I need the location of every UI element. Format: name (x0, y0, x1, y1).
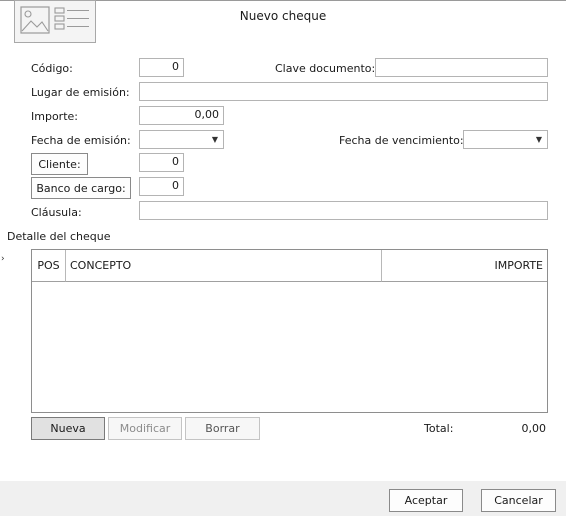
cliente-value: 0 (172, 155, 179, 168)
codigo-field[interactable]: 0 (139, 58, 184, 77)
banco-cargo-button[interactable]: Banco de cargo: (31, 177, 131, 199)
detalle-grid[interactable]: POS CONCEPTO IMPORTE (31, 249, 548, 413)
chevron-down-icon[interactable]: ▼ (207, 131, 223, 148)
total-value: 0,00 (521, 422, 547, 435)
fecha-emision-label: Fecha de emisión: (31, 134, 131, 147)
fecha-vencimiento-picker[interactable]: ▼ (463, 130, 548, 149)
clausula-field[interactable] (139, 201, 548, 220)
chevron-right-icon: › (1, 254, 5, 264)
cliente-button[interactable]: Cliente: (31, 153, 88, 175)
lugar-emision-field[interactable] (139, 82, 548, 101)
detalle-section-title: Detalle del cheque (7, 230, 111, 243)
column-header-pos[interactable]: POS (32, 250, 66, 282)
importe-label: Importe: (31, 110, 78, 123)
cancelar-button[interactable]: Cancelar (481, 489, 556, 512)
cliente-field[interactable]: 0 (139, 153, 184, 172)
codigo-label: Código: (31, 62, 73, 75)
clausula-label: Cláusula: (31, 206, 82, 219)
clave-documento-field[interactable] (375, 58, 548, 77)
lugar-emision-label: Lugar de emisión: (31, 86, 130, 99)
codigo-value: 0 (172, 60, 179, 73)
nueva-button[interactable]: Nueva (31, 417, 105, 440)
importe-field[interactable]: 0,00 (139, 106, 224, 125)
importe-value: 0,00 (194, 108, 220, 121)
banco-cargo-field[interactable]: 0 (139, 177, 184, 196)
column-header-importe[interactable]: IMPORTE (382, 250, 547, 282)
fecha-emision-picker[interactable]: ▼ (139, 130, 224, 149)
total-label: Total: (424, 422, 454, 435)
chevron-down-icon[interactable]: ▼ (531, 131, 547, 148)
column-header-concepto[interactable]: CONCEPTO (66, 250, 382, 282)
window-title: Nuevo cheque (239, 9, 327, 23)
fecha-vencimiento-label: Fecha de vencimiento: (339, 134, 464, 147)
banco-cargo-value: 0 (172, 179, 179, 192)
aceptar-button[interactable]: Aceptar (389, 489, 463, 512)
borrar-button[interactable]: Borrar (185, 417, 260, 440)
modificar-button[interactable]: Modificar (108, 417, 182, 440)
clave-documento-label: Clave documento: (275, 62, 376, 75)
